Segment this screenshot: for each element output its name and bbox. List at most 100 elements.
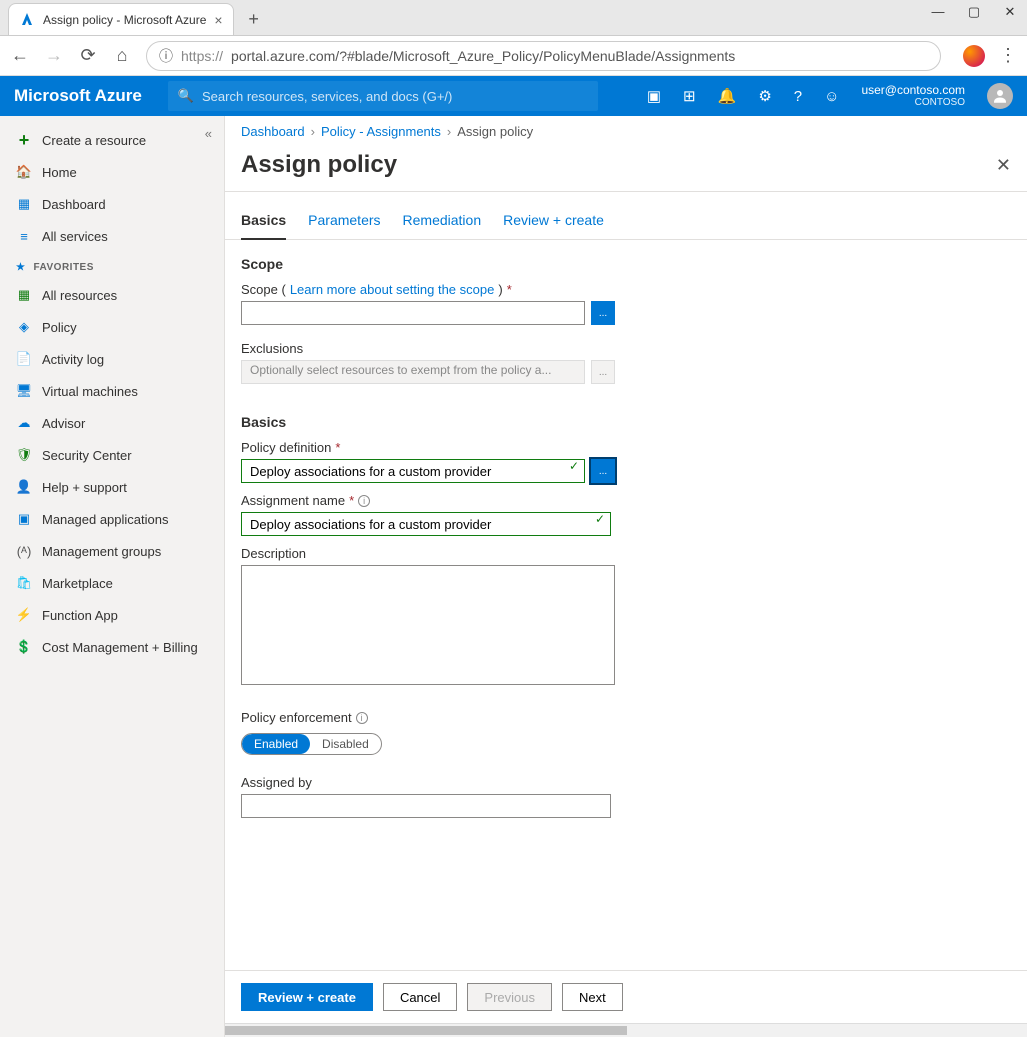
back-button[interactable]: ← [10,45,30,66]
breadcrumb-policy-assignments[interactable]: Policy - Assignments [321,124,441,139]
url-path: portal.azure.com/?#blade/Microsoft_Azure… [231,48,735,64]
review-create-button[interactable]: Review + create [241,983,373,1011]
enforcement-label: Policy enforcement i [241,710,1011,725]
browser-menu-icon[interactable]: ⋮ [999,45,1017,66]
scope-label: Scope (Learn more about setting the scop… [241,282,1011,297]
policy-definition-picker-button[interactable]: ... [591,459,615,483]
plus-icon: + [16,132,32,148]
home-button[interactable]: ⌂ [112,45,132,66]
window-minimize-icon[interactable]: — [929,4,947,20]
description-label: Description [241,546,1011,561]
star-icon: ★ [16,262,25,273]
groups-icon: (ᴬ) [16,543,32,559]
feedback-icon[interactable]: ☺ [824,88,839,105]
user-email: user@contoso.com [861,84,965,97]
tab-close-icon[interactable]: × [214,12,222,28]
toggle-disabled[interactable]: Disabled [310,734,381,754]
nav-function-app[interactable]: ⚡Function App [0,599,224,631]
settings-icon[interactable]: ⚙ [758,87,771,105]
chevron-right-icon: › [447,124,451,139]
new-tab-button[interactable]: + [240,5,268,33]
advisor-icon: ☁ [16,415,32,431]
user-avatar-icon[interactable] [987,83,1013,109]
dashboard-icon: ▦ [16,196,32,212]
url-prefix: https:// [181,48,223,64]
azure-favicon-icon [19,12,35,28]
azure-search-input[interactable]: 🔍 Search resources, services, and docs (… [168,81,598,111]
description-textarea[interactable] [241,565,615,685]
tab-remediation[interactable]: Remediation [403,212,482,239]
side-navigation: « + Create a resource 🏠 Home ▦ Dashboard… [0,116,225,1037]
close-blade-icon[interactable]: ✕ [996,155,1011,176]
nav-help-support[interactable]: 👤Help + support [0,471,224,503]
previous-button: Previous [467,983,552,1011]
nav-policy[interactable]: ◈Policy [0,311,224,343]
nav-dashboard[interactable]: ▦ Dashboard [0,188,224,220]
nav-mgmt-groups[interactable]: (ᴬ)Management groups [0,535,224,567]
function-icon: ⚡ [16,607,32,623]
favorites-header: ★ FAVORITES [0,252,224,279]
marketplace-icon: 🛍 [16,575,32,591]
next-button[interactable]: Next [562,983,623,1011]
policy-def-label: Policy definition * [241,440,1011,455]
user-account[interactable]: user@contoso.com CONTOSO [861,84,965,108]
nav-create-resource[interactable]: + Create a resource [0,124,224,156]
window-close-icon[interactable]: ✕ [1001,4,1019,20]
directory-filter-icon[interactable]: ⊞ [683,87,696,105]
breadcrumb-current: Assign policy [457,124,533,139]
support-icon: 👤 [16,479,32,495]
assigned-by-label: Assigned by [241,775,1011,790]
azure-logo[interactable]: Microsoft Azure [14,86,142,106]
toggle-enabled[interactable]: Enabled [242,734,310,754]
nav-advisor[interactable]: ☁Advisor [0,407,224,439]
browser-profile-icon[interactable] [963,45,985,67]
tab-review-create[interactable]: Review + create [503,212,604,239]
browser-tab[interactable]: Assign policy - Microsoft Azure × [8,3,234,35]
tenant-name: CONTOSO [861,97,965,108]
url-bar[interactable]: ⓘ https:// portal.azure.com/?#blade/Micro… [146,41,941,71]
policy-icon: ◈ [16,319,32,335]
enforcement-toggle[interactable]: Enabled Disabled [241,733,382,755]
window-maximize-icon[interactable]: ▢ [965,4,983,20]
nav-all-resources[interactable]: ▦All resources [0,279,224,311]
cloud-shell-icon[interactable]: ▣ [647,87,661,105]
nav-managed-apps[interactable]: ▣Managed applications [0,503,224,535]
scope-input[interactable] [241,301,585,325]
collapse-nav-icon[interactable]: « [205,126,212,141]
tab-title: Assign policy - Microsoft Azure [43,13,206,27]
breadcrumb-dashboard[interactable]: Dashboard [241,124,305,139]
policy-definition-input[interactable] [241,459,585,483]
nav-home[interactable]: 🏠 Home [0,156,224,188]
apps-icon: ▣ [16,511,32,527]
nav-cost-mgmt[interactable]: 💲Cost Management + Billing [0,631,224,663]
tab-parameters[interactable]: Parameters [308,212,380,239]
chevron-right-icon: › [311,124,315,139]
nav-security-center[interactable]: 🛡Security Center [0,439,224,471]
search-placeholder: Search resources, services, and docs (G+… [202,89,452,104]
azure-header: Microsoft Azure 🔍 Search resources, serv… [0,76,1027,116]
info-icon[interactable]: i [356,712,368,724]
nav-virtual-machines[interactable]: 🖥Virtual machines [0,375,224,407]
info-icon[interactable]: i [358,495,370,507]
tab-basics[interactable]: Basics [241,212,286,240]
notifications-icon[interactable]: 🔔 [718,87,737,105]
scope-picker-button[interactable]: ... [591,301,615,325]
required-indicator: * [507,282,512,297]
help-icon[interactable]: ? [794,88,802,105]
exclusions-input[interactable]: Optionally select resources to exempt fr… [241,360,585,384]
nav-all-services[interactable]: ≡ All services [0,220,224,252]
scope-learn-more-link[interactable]: Learn more about setting the scope [290,282,495,297]
reload-button[interactable]: ⟳ [78,45,98,66]
assigned-by-input[interactable] [241,794,611,818]
horizontal-scrollbar[interactable] [225,1023,1027,1037]
cancel-button[interactable]: Cancel [383,983,457,1011]
breadcrumb: Dashboard › Policy - Assignments › Assig… [225,116,1027,147]
exclusions-picker-button[interactable]: ... [591,360,615,384]
forward-button[interactable]: → [44,45,64,66]
assignment-name-input[interactable] [241,512,611,536]
shield-icon: 🛡 [16,447,32,463]
site-info-icon[interactable]: ⓘ [159,46,173,66]
nav-activity-log[interactable]: 📄Activity log [0,343,224,375]
nav-marketplace[interactable]: 🛍Marketplace [0,567,224,599]
search-icon: 🔍 [178,88,194,104]
